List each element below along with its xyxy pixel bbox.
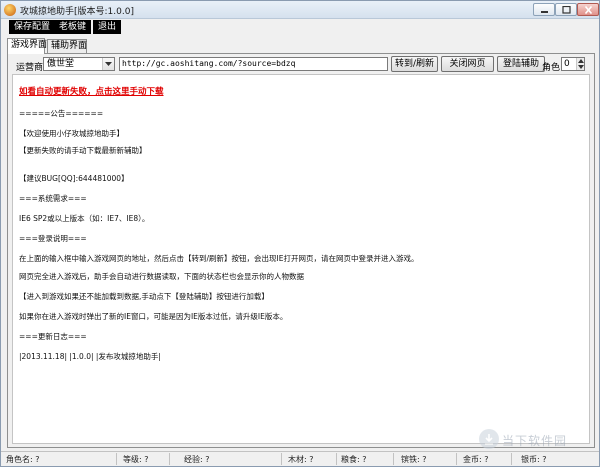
status-level: 等级: ?	[123, 455, 149, 464]
manual-download-link[interactable]: 如看自动更新失败，点击这里手动下载	[19, 85, 164, 97]
status-role-name: 角色名: ?	[6, 455, 40, 464]
tab-assist[interactable]: 辅助界面	[47, 39, 87, 53]
watermark-text: 当下软件园	[502, 434, 568, 448]
title-bar: 攻城掠地助手[版本号:1.0.0]	[1, 1, 599, 19]
doc-line: 【建议BUG[QQ]:644481000】	[19, 174, 129, 183]
doc-line: 如果你在进入游戏时弹出了新的IE窗口，可能是因为IE版本过低，请升级IE版本。	[19, 312, 288, 321]
status-divider	[511, 453, 512, 465]
close-page-button[interactable]: 关闭网页	[441, 56, 494, 72]
spin-down-icon	[578, 65, 584, 69]
status-bar: 角色名: ? 等级: ? 经验: ? 木材: ? 粮食: ? 镔铁: ? 金币:…	[1, 451, 599, 466]
status-divider	[169, 453, 170, 465]
login-assist-button[interactable]: 登陆辅助	[497, 56, 545, 72]
status-wood: 木材: ?	[288, 455, 314, 464]
url-input[interactable]: http://gc.aoshitang.com/?source=bdzq	[119, 57, 388, 71]
status-food: 粮食: ?	[341, 455, 367, 464]
doc-line: =====公告======	[19, 109, 104, 118]
menu-bar: 保存配置 老板键 退出	[1, 19, 599, 35]
doc-line: IE6 SP2或以上版本（如：IE7、IE8）。	[19, 214, 150, 223]
chevron-down-icon	[105, 62, 112, 66]
status-silver: 银币: ?	[521, 455, 547, 464]
role-label: 角色	[542, 63, 561, 73]
menu-save-config[interactable]: 保存配置	[9, 20, 56, 34]
status-divider	[393, 453, 394, 465]
operator-value: 傲世堂	[47, 59, 75, 69]
doc-line: 在上面的输入框中输入游戏网页的地址，然后点击【转到/刷新】按钮，会出现IE打开网…	[19, 254, 419, 263]
minimize-icon	[541, 11, 548, 13]
status-iron: 镔铁: ?	[401, 455, 427, 464]
operator-label: 运营商	[16, 63, 44, 73]
status-exp: 经验: ?	[184, 455, 210, 464]
window-title: 攻城掠地助手[版本号:1.0.0]	[20, 7, 134, 17]
status-divider	[116, 453, 117, 465]
menu-boss-key[interactable]: 老板键	[54, 20, 92, 34]
status-divider	[456, 453, 457, 465]
watermark: 当下软件园	[479, 429, 589, 451]
app-window: 攻城掠地助手[版本号:1.0.0] 保存配置 老板键 退出 游戏界面 辅助界面 …	[0, 0, 600, 467]
maximize-icon	[562, 6, 571, 14]
doc-line: ===登录说明===	[19, 234, 87, 243]
dropdown-button[interactable]	[102, 58, 114, 70]
status-gold: 金币: ?	[463, 455, 489, 464]
doc-line: 【更新失败的请手动下载最新新辅助】	[19, 146, 147, 155]
goto-refresh-button[interactable]: 转到/刷新	[391, 56, 438, 72]
spinner-arrows[interactable]	[576, 58, 584, 70]
doc-line: 网页完全进入游戏后，助手会自动进行数据读取，下面的状态栏也会显示你的人物数据	[19, 272, 304, 281]
maximize-button[interactable]	[555, 3, 577, 16]
doc-line: ===系统需求===	[19, 194, 87, 203]
tab-game[interactable]: 游戏界面	[7, 38, 47, 54]
minimize-button[interactable]	[533, 3, 555, 16]
operator-select[interactable]: 傲世堂	[43, 57, 115, 71]
role-spinner[interactable]: 0	[561, 57, 585, 71]
doc-line: 【进入到游戏如果还不能加载到数据,手动点下【登陆辅助】按钮进行加载】	[19, 292, 269, 301]
web-content: 如看自动更新失败，点击这里手动下载 =====公告====== 【欢迎使用小仔攻…	[12, 74, 590, 444]
game-panel: 运营商 傲世堂 http://gc.aoshitang.com/?source=…	[7, 53, 595, 448]
watermark-logo-icon	[479, 429, 499, 449]
spin-up-icon	[578, 59, 584, 63]
status-divider	[281, 453, 282, 465]
menu-exit[interactable]: 退出	[93, 20, 122, 34]
status-divider	[336, 453, 337, 465]
close-button[interactable]	[577, 3, 599, 16]
doc-line: |2013.11.18| |1.0.0| |发布攻城掠地助手|	[19, 352, 161, 361]
doc-line: 【欢迎使用小仔攻城掠地助手】	[19, 129, 124, 138]
role-value: 0	[564, 59, 570, 69]
close-icon	[584, 6, 593, 14]
doc-line: ===更新日志===	[19, 332, 87, 341]
app-icon	[4, 4, 16, 16]
